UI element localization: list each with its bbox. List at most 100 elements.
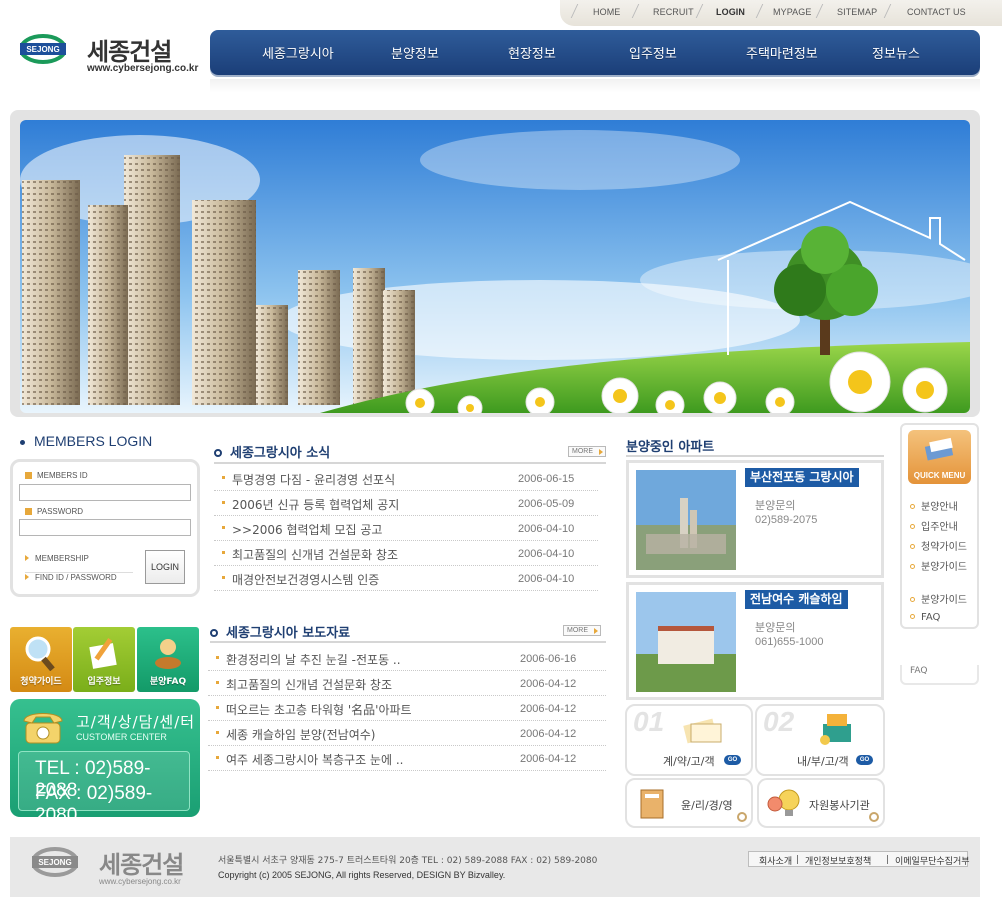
tile-sales-faq[interactable]: 분양FAQ — [137, 627, 199, 692]
circle-bullet-icon — [910, 597, 915, 602]
tile-move-in-info[interactable]: 입주정보 — [73, 627, 135, 692]
quick-menu: QUICK MENU 분양안내 입주안내 청약가이드 분양가이드 분양가이드 F… — [900, 423, 979, 629]
divider — [883, 4, 892, 18]
news-item[interactable]: 2006년 신규 등록 협력업체 공지 2006-05-09 — [214, 491, 598, 516]
go-button[interactable]: GO — [724, 755, 741, 765]
apartment-card[interactable]: 전남여수 캐슬하임 분양문의 061)655-1000 — [626, 582, 884, 700]
sejong-logo-icon: SEJONG — [32, 847, 78, 877]
contract-papers-icon — [683, 718, 722, 744]
press-item[interactable]: 세종 캐슬하임 분양(전남여수) 2006-04-12 — [208, 721, 606, 746]
quick-menu-item[interactable]: 분양가이드 — [910, 558, 967, 573]
divider — [815, 4, 824, 18]
nav-news[interactable]: 정보뉴스 — [872, 43, 920, 62]
news-item[interactable]: 최고품질의 신개념 건설문화 창조 2006-04-10 — [214, 541, 598, 566]
login-link[interactable]: LOGIN — [716, 7, 745, 17]
apartment-photo — [636, 592, 736, 692]
bullet-icon — [222, 551, 225, 554]
card-label: 윤/리/경/영 — [681, 799, 733, 812]
internal-customer-card[interactable]: 02 내/부/고/객 GO — [755, 704, 885, 776]
membership-link[interactable]: MEMBERSHIP — [25, 554, 89, 563]
news-item[interactable]: >>2006 협력업체 모집 공고 2006-04-10 — [214, 516, 598, 541]
news-item-title: 매경안전보건경영시스템 인증 — [232, 573, 380, 587]
circle-bullet-icon — [910, 544, 915, 549]
press-more-button[interactable]: MORE — [563, 625, 601, 636]
quick-menu-item-label: 분양가이드 — [921, 562, 967, 573]
quick-menu-item[interactable]: 분양가이드 — [910, 591, 967, 606]
contact-us-link[interactable]: CONTACT US — [907, 7, 966, 17]
divider — [797, 855, 798, 864]
ethics-management-card[interactable]: 윤/리/경/영 — [625, 778, 753, 828]
hero-banner — [20, 120, 970, 413]
divider — [210, 641, 606, 643]
find-id-password-link[interactable]: FIND ID / PASSWORD — [25, 573, 117, 582]
nav-housing-info[interactable]: 주택마련정보 — [746, 43, 818, 62]
flower-icon — [869, 812, 879, 822]
member-id-input[interactable] — [19, 484, 191, 501]
pencil-icon — [89, 638, 117, 669]
apartment-name: 부산전포동 그랑시아 — [745, 468, 859, 487]
customer-center-subtitle: CUSTOMER CENTER — [76, 732, 167, 742]
footer-link-privacy[interactable]: 개인정보보호정책 — [805, 854, 871, 867]
circle-bullet-icon — [214, 449, 222, 457]
login-button[interactable]: LOGIN — [145, 550, 185, 584]
nav-sales-info[interactable]: 분양정보 — [391, 43, 439, 62]
main-navigation: 세종그랑시아 분양정보 현장정보 입주정보 주택마련정보 정보뉴스 — [210, 30, 980, 75]
press-item-title: 여주 세종그랑시아 복층구조 눈에 .. — [226, 753, 404, 767]
top-utility-bar: HOME RECRUIT LOGIN MYPAGE SITEMAP CONTAC… — [560, 0, 1002, 26]
news-item-date: 2006-04-10 — [518, 573, 575, 585]
quick-menu-item[interactable]: FAQ — [910, 612, 940, 623]
press-item[interactable]: 최고품질의 신개념 건설문화 창조 2006-04-12 — [208, 671, 606, 696]
press-item[interactable]: 떠오르는 초고층 타워형 '名品'아파트 2006-04-12 — [208, 696, 606, 721]
password-input[interactable] — [19, 519, 191, 536]
press-item-title: 세종 캐슬하임 분양(전남여수) — [226, 728, 376, 742]
quick-menu-item-label: 청약가이드 — [921, 542, 967, 553]
contract-customer-card[interactable]: 01 계/약/고/객 GO — [625, 704, 753, 776]
customer-center-title: 고/객/상/담/센/터 — [76, 713, 196, 731]
footer-links: 회사소개 개인정보보호정책 이메일무단수집거부 — [748, 851, 970, 867]
apartment-card[interactable]: 부산전포동 그랑시아 분양문의 02)589-2075 — [626, 460, 884, 578]
quick-menu-item[interactable]: 분양안내 — [910, 498, 958, 513]
press-item-date: 2006-04-12 — [520, 728, 577, 740]
apartment-tel: 061)655-1000 — [755, 636, 824, 648]
quick-menu-item[interactable]: 청약가이드 — [910, 538, 967, 553]
news-item-title: 최고품질의 신개념 건설문화 창조 — [232, 548, 399, 562]
recruit-link[interactable]: RECRUIT — [653, 7, 694, 17]
tile-subscription-guide[interactable]: 청약가이드 — [10, 627, 72, 692]
quick-menu-item-label: 입주안내 — [921, 522, 958, 533]
news-more-button[interactable]: MORE — [568, 446, 606, 457]
logo-mark-text: SEJONG — [26, 45, 59, 54]
news-item[interactable]: 매경안전보건경영시스템 인증 2006-04-10 — [214, 566, 598, 591]
magnifier-icon — [25, 636, 55, 671]
press-item[interactable]: 여주 세종그랑시아 복층구조 눈에 .. 2006-04-12 — [208, 746, 606, 771]
sitemap-link[interactable]: SITEMAP — [837, 7, 877, 17]
apartment-inquiry-label: 분양문의 — [755, 499, 796, 512]
news-item-title: 투명경영 다짐 - 윤리경영 선포식 — [232, 473, 396, 487]
card-label: 내/부/고/객 — [797, 755, 849, 768]
bullet-icon — [222, 501, 225, 504]
find-id-password-link-text: FIND ID / PASSWORD — [35, 573, 117, 582]
footer-link-email-policy[interactable]: 이메일무단수집거부 — [895, 854, 970, 867]
press-item[interactable]: 환경정리의 날 추진 눈길 -전포동 .. 2006-06-16 — [208, 646, 606, 671]
nav-grancia[interactable]: 세종그랑시아 — [262, 43, 334, 62]
square-bullet-icon — [25, 472, 32, 479]
go-button[interactable]: GO — [856, 755, 873, 765]
news-section-title: 세종그랑시아 소식 — [214, 442, 330, 461]
news-item-date: 2006-06-15 — [518, 473, 575, 485]
arrow-right-icon — [25, 555, 29, 561]
news-item[interactable]: 투명경영 다짐 - 윤리경영 선포식 2006-06-15 — [214, 466, 598, 491]
footer-link-company[interactable]: 회사소개 — [759, 854, 792, 867]
press-item-title: 최고품질의 신개념 건설문화 창조 — [226, 678, 393, 692]
circle-bullet-icon — [210, 629, 218, 637]
home-link[interactable]: HOME — [593, 7, 620, 17]
volunteer-organization-card[interactable]: 자원봉사기관 — [757, 778, 885, 828]
card-reader-icon — [924, 437, 954, 461]
nav-site-info[interactable]: 현장정보 — [508, 43, 556, 62]
mypage-link[interactable]: MYPAGE — [773, 7, 811, 17]
tile-label: 입주정보 — [87, 677, 121, 687]
flower-icon — [737, 812, 747, 822]
hero-illustration — [20, 120, 970, 413]
nav-move-in-info[interactable]: 입주정보 — [629, 43, 677, 62]
members-login-title-text: MEMBERS LOGIN — [34, 433, 153, 449]
quick-menu-item[interactable]: 입주안내 — [910, 518, 958, 533]
site-logo[interactable]: SEJONG 세종건설 www.cybersejong.co.kr — [20, 33, 198, 77]
